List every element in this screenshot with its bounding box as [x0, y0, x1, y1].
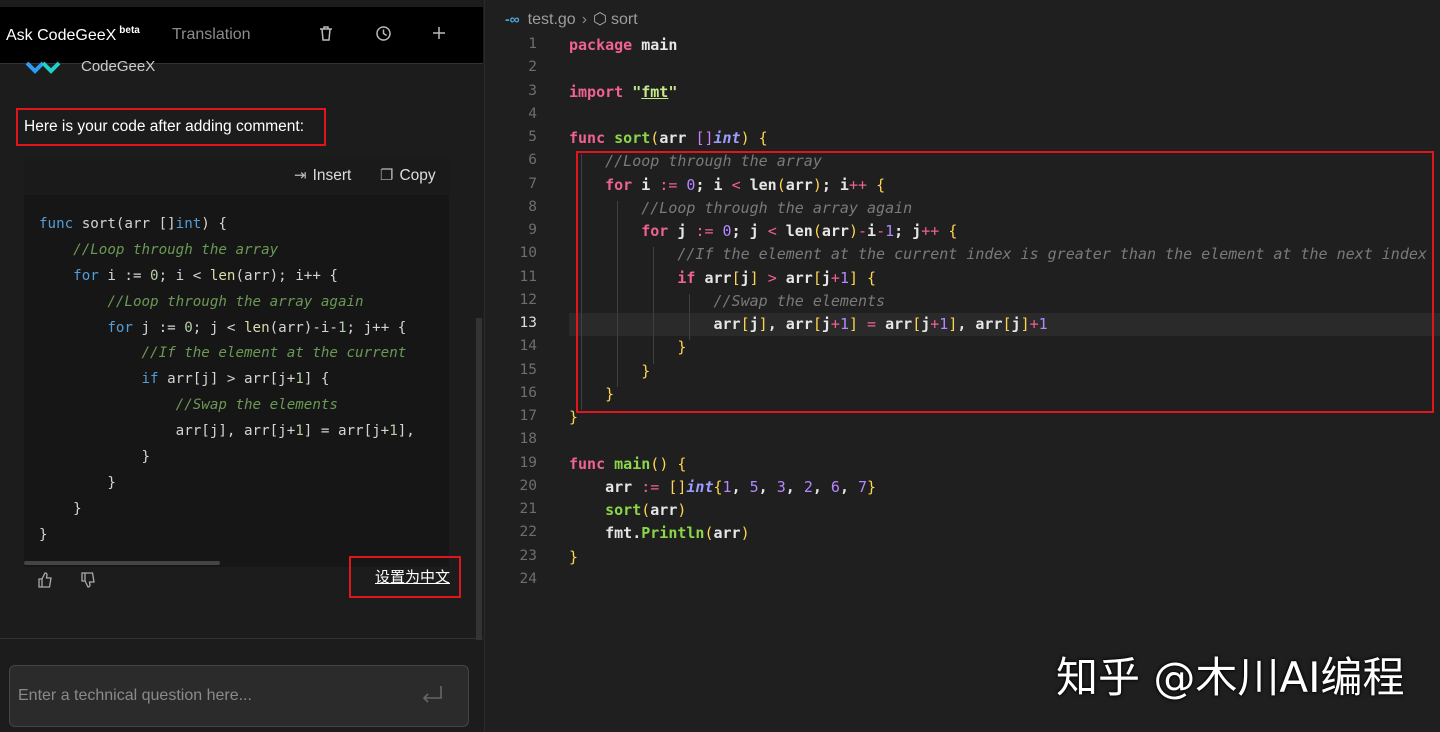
highlight-box [576, 151, 1434, 413]
line-number: 7 [528, 175, 537, 192]
code-block-toolbar: ⇥ Insert ❐ Copy [24, 157, 449, 195]
line-number: 13 [519, 315, 537, 331]
breadcrumb: -∞ test.go › ⬡ sort [505, 9, 638, 29]
copy-button[interactable]: ❐ Copy [380, 166, 436, 185]
line-number: 14 [519, 338, 537, 355]
line-number: 16 [519, 384, 537, 401]
question-input-box [9, 665, 469, 727]
enter-icon[interactable] [420, 680, 444, 711]
code-line: for j := 0; j < len(arr)-i-1; j++ { [107, 319, 407, 336]
line-number: 21 [519, 501, 537, 517]
code-line: //Loop through the array again [107, 293, 364, 310]
copy-icon: ❐ [380, 167, 394, 184]
breadcrumb-file[interactable]: test.go [528, 11, 576, 28]
code-line: } [39, 526, 48, 543]
line-number: 18 [519, 431, 537, 448]
thumbs-down-icon[interactable] [80, 572, 96, 593]
codegeex-logo [24, 58, 62, 82]
history-icon[interactable] [372, 25, 394, 47]
thumbs-up-icon[interactable] [37, 572, 53, 593]
line-number: 8 [528, 198, 537, 215]
editor-line[interactable]: package main [569, 36, 677, 54]
line-number: 10 [519, 245, 537, 262]
editor-line[interactable]: func main() { [569, 455, 686, 473]
line-number: 12 [519, 291, 537, 308]
copy-label: Copy [399, 167, 436, 184]
tab-ask-codegeex[interactable]: Ask CodeGeeX beta [6, 25, 140, 45]
insert-icon: ⇥ [294, 167, 307, 184]
chevron-right-icon: › [581, 11, 588, 28]
code-line: //Swap the elements [175, 397, 338, 414]
code-line: if arr[j] > arr[j+1] { [141, 371, 330, 388]
editor-line[interactable]: fmt.Println(arr) [569, 524, 750, 542]
line-number: 1 [528, 36, 537, 52]
watermark: 知乎 @木川AI编程 [1056, 653, 1405, 702]
breadcrumb-symbol[interactable]: sort [611, 11, 638, 28]
line-number: 2 [528, 59, 537, 76]
line-number: 11 [519, 268, 537, 285]
set-chinese-link[interactable]: 设置为中文 [349, 556, 461, 598]
trash-icon[interactable] [315, 25, 337, 47]
editor-line[interactable]: import "fmt" [569, 83, 677, 101]
question-input[interactable] [16, 680, 410, 712]
code-block-content: func sort(arr []int) { //Loop through th… [39, 212, 415, 549]
code-line: } [39, 449, 151, 466]
editor-line[interactable]: sort(arr) [569, 501, 686, 519]
code-line: for i := 0; i < len(arr); i++ { [73, 267, 338, 284]
plus-icon[interactable] [428, 25, 450, 47]
code-line: //If the element at the current [141, 345, 407, 362]
line-number: 4 [528, 105, 537, 122]
editor-line[interactable]: func sort(arr []int) { [569, 129, 768, 147]
tab-translation[interactable]: Translation [172, 26, 251, 44]
code-line: } [39, 474, 116, 491]
line-number: 6 [528, 152, 537, 169]
line-number: 22 [519, 524, 537, 541]
codegeex-panel: Ask CodeGeeX beta Translation CodeGeeX He… [0, 0, 483, 732]
code-line: arr[j], arr[j+1] = arr[j+1], [39, 423, 415, 440]
line-number: 24 [519, 570, 537, 587]
go-file-icon: -∞ [505, 11, 520, 27]
line-number: 3 [528, 82, 537, 99]
code-line: func sort(arr []int) { [39, 216, 227, 232]
editor-line[interactable]: arr := []int{1, 5, 3, 2, 6, 7} [569, 478, 876, 496]
panel-tab-bar: Ask CodeGeeX beta Translation [0, 7, 483, 64]
line-number: 20 [519, 477, 537, 494]
line-number: 23 [519, 547, 537, 564]
panel-vertical-scrollbar[interactable] [476, 318, 482, 640]
code-line: } [39, 500, 82, 517]
insert-label: Insert [312, 167, 352, 184]
code-horizontal-scrollbar[interactable] [24, 561, 220, 565]
line-number: 5 [528, 129, 537, 145]
line-number: 9 [528, 222, 537, 238]
bot-name: CodeGeeX [81, 58, 156, 75]
editor-line[interactable]: } [569, 548, 578, 566]
cube-icon: ⬡ [593, 11, 607, 28]
line-number: 15 [519, 361, 537, 378]
divider [0, 638, 483, 639]
line-number: 17 [519, 408, 537, 424]
code-block: ⇥ Insert ❐ Copy func sort(arr []int) { //L… [24, 157, 449, 567]
code-line: //Loop through the array [73, 241, 279, 258]
beta-badge: beta [119, 25, 140, 36]
tab-ask-label: Ask CodeGeeX [6, 27, 117, 44]
answer-message: Here is your code after adding comment: [16, 108, 326, 146]
insert-button[interactable]: ⇥ Insert [294, 166, 351, 185]
line-number: 19 [519, 454, 537, 471]
